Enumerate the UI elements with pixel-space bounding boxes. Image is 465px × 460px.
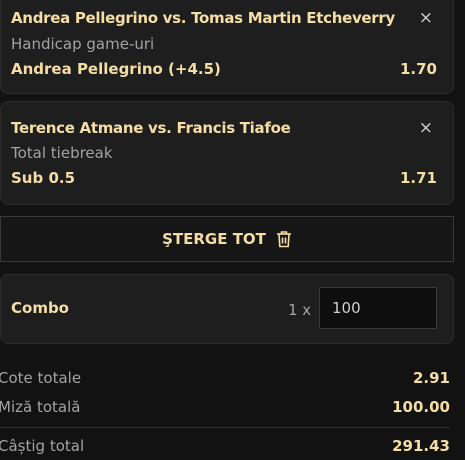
selection-odds: 1.71 — [399, 169, 437, 187]
total-stake-value: 100.00 — [392, 398, 450, 416]
close-icon[interactable]: × — [419, 118, 433, 138]
total-stake-label: Miză totală — [0, 398, 81, 416]
trash-icon — [276, 230, 292, 248]
match-title: Andrea Pellegrino vs. Tomas Martin Etche… — [11, 9, 395, 27]
combo-label: Combo — [11, 299, 69, 317]
bet-card: Andrea Pellegrino vs. Tomas Martin Etche… — [0, 0, 454, 94]
total-odds-label: Cote totale — [0, 369, 82, 387]
bet-card: Terence Atmane vs. Francis Tiafoe × Tota… — [0, 101, 454, 205]
market-name: Total tiebreak — [11, 144, 113, 162]
clear-all-label: ŞTERGE TOT — [162, 230, 266, 248]
clear-all-button[interactable]: ŞTERGE TOT — [0, 216, 454, 262]
combo-panel: Combo 1 x — [0, 274, 454, 344]
selection-name: Sub 0.5 — [11, 169, 76, 187]
combo-multiplier: 1 x — [288, 301, 312, 319]
total-win-label: Câștig total — [0, 437, 85, 455]
market-name: Handicap game-uri — [11, 35, 155, 53]
total-win-value: 291.43 — [392, 437, 450, 455]
selection-name: Andrea Pellegrino (+4.5) — [11, 60, 221, 78]
match-title: Terence Atmane vs. Francis Tiafoe — [11, 119, 291, 137]
close-icon[interactable]: × — [419, 8, 433, 28]
selection-odds: 1.70 — [399, 60, 437, 78]
stake-input[interactable] — [319, 287, 437, 329]
divider — [0, 427, 450, 428]
total-odds-value: 2.91 — [412, 369, 450, 387]
